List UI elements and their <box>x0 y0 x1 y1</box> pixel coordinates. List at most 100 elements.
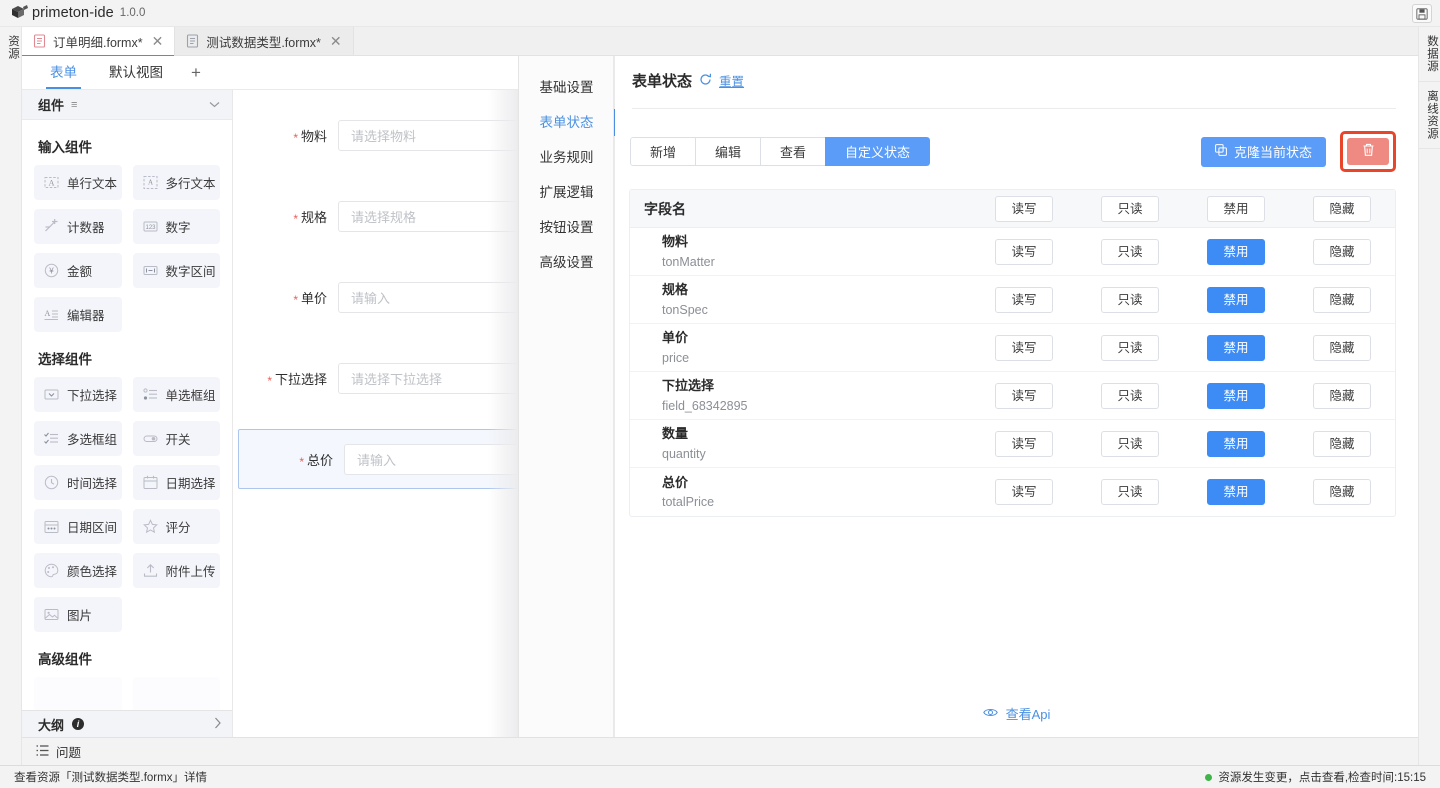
mode-edit[interactable]: 编辑 <box>695 137 760 166</box>
settings-menu-basic[interactable]: 基础设置 <box>519 70 614 105</box>
component-number[interactable]: 123 数字 <box>133 209 221 244</box>
form-field-input[interactable]: 请选择规格 <box>338 201 518 232</box>
form-field-row[interactable]: *规格 请选择规格 <box>233 196 518 237</box>
pill-disabled[interactable]: 禁用 <box>1207 287 1265 313</box>
component-attachment-upload[interactable]: 附件上传 <box>133 553 221 588</box>
mode-create[interactable]: 新增 <box>630 137 695 166</box>
settings-menu-button-settings[interactable]: 按钮设置 <box>519 210 614 245</box>
pill-readwrite[interactable]: 读写 <box>995 287 1053 313</box>
pill-readonly[interactable]: 只读 <box>1101 431 1159 457</box>
outline-bar[interactable]: 大纲 i <box>22 710 233 737</box>
component-rate[interactable]: 评分 <box>133 509 221 544</box>
table-header-row: 字段名 读写 只读 禁用 隐藏 <box>630 190 1395 228</box>
pill-readonly[interactable]: 只读 <box>1101 287 1159 313</box>
delete-state-button[interactable] <box>1347 138 1389 165</box>
form-field-input[interactable]: 请输入 <box>338 282 518 313</box>
palette-header[interactable]: 组件 ≡ <box>22 90 232 120</box>
header-pill-hidden[interactable]: 隐藏 <box>1313 196 1371 222</box>
form-field-row[interactable]: *物料 请选择物料 <box>233 115 518 156</box>
rail-item-offline-resource[interactable]: 离线资源 <box>1419 82 1440 149</box>
view-api-link[interactable]: 查看Api <box>615 704 1418 723</box>
rail-item-resource[interactable]: 资源 <box>0 27 21 68</box>
table-row: 物料 tonMatter 读写 只读 禁用 隐藏 <box>630 228 1395 276</box>
component-rich-editor[interactable]: A 编辑器 <box>34 297 122 332</box>
pill-disabled[interactable]: 禁用 <box>1207 239 1265 265</box>
pill-disabled[interactable]: 禁用 <box>1207 479 1265 505</box>
form-field-input[interactable]: 请选择物料 <box>338 120 518 151</box>
chevron-right-icon[interactable] <box>214 717 222 732</box>
pill-disabled[interactable]: 禁用 <box>1207 431 1265 457</box>
pill-readonly[interactable]: 只读 <box>1101 383 1159 409</box>
settings-menu-business-rules[interactable]: 业务规则 <box>519 140 614 175</box>
chevron-down-icon[interactable] <box>209 99 220 111</box>
pill-readonly[interactable]: 只读 <box>1101 239 1159 265</box>
component-radio-group[interactable]: 单选框组 <box>133 377 221 412</box>
component-counter[interactable]: 计数器 <box>34 209 122 244</box>
form-field-row[interactable]: *单价 请输入 <box>233 277 518 318</box>
refresh-icon[interactable] <box>699 73 712 88</box>
pill-hidden[interactable]: 隐藏 <box>1313 383 1371 409</box>
pill-readwrite[interactable]: 读写 <box>995 335 1053 361</box>
field-name-cell: 下拉选择 field_68342895 <box>630 376 971 414</box>
floppy-save-icon[interactable] <box>1412 4 1432 23</box>
pill-disabled[interactable]: 禁用 <box>1207 335 1265 361</box>
header-pill-disabled[interactable]: 禁用 <box>1207 196 1265 222</box>
pill-readonly[interactable]: 只读 <box>1101 335 1159 361</box>
component-multi-line-text[interactable]: A 多行文本 <box>133 165 221 200</box>
pill-readonly[interactable]: 只读 <box>1101 479 1159 505</box>
component-color-picker[interactable]: 颜色选择 <box>34 553 122 588</box>
component-image[interactable]: 图片 <box>34 597 122 632</box>
clone-current-state-button[interactable]: 克隆当前状态 <box>1201 137 1326 167</box>
pill-readwrite[interactable]: 读写 <box>995 431 1053 457</box>
status-left-text[interactable]: 查看资源「测试数据类型.formx」详情 <box>14 769 207 785</box>
settings-menu-extension-logic[interactable]: 扩展逻辑 <box>519 175 614 210</box>
settings-menu-advanced[interactable]: 高级设置 <box>519 245 614 280</box>
pill-hidden[interactable]: 隐藏 <box>1313 287 1371 313</box>
component-number-range[interactable]: 数字区间 <box>133 253 221 288</box>
component-single-line-text[interactable]: A 单行文本 <box>34 165 122 200</box>
mode-custom-state[interactable]: 自定义状态 <box>825 137 930 166</box>
tab-default-view[interactable]: 默认视图 <box>93 56 179 89</box>
component-checkbox-group[interactable]: 多选框组 <box>34 421 122 456</box>
reset-link[interactable]: 重置 <box>719 71 744 90</box>
header-pill-readwrite[interactable]: 读写 <box>995 196 1053 222</box>
component-label: 编辑器 <box>67 305 105 324</box>
problems-bar[interactable]: 问题 <box>22 737 1418 765</box>
close-icon[interactable]: ✕ <box>330 34 342 48</box>
component-advanced-placeholder[interactable] <box>34 677 122 710</box>
form-field-row-selected[interactable]: *总价 请输入 <box>238 429 518 489</box>
header-pill-readonly[interactable]: 只读 <box>1101 196 1159 222</box>
mode-view[interactable]: 查看 <box>760 137 825 166</box>
component-date-picker[interactable]: 日期选择 <box>133 465 221 500</box>
pill-disabled[interactable]: 禁用 <box>1207 383 1265 409</box>
table-row: 数量 quantity 读写 只读 禁用 隐藏 <box>630 420 1395 468</box>
form-field-input[interactable]: 请输入 <box>344 444 518 475</box>
pill-hidden[interactable]: 隐藏 <box>1313 479 1371 505</box>
component-dropdown-select[interactable]: 下拉选择 <box>34 377 122 412</box>
column-header-readonly: 只读 <box>1077 196 1183 222</box>
form-field-label: *规格 <box>233 207 338 226</box>
add-view-button[interactable]: + <box>179 56 213 89</box>
divider <box>632 108 1396 109</box>
component-advanced-placeholder[interactable] <box>133 677 221 710</box>
status-right-group[interactable]: 资源发生变更，点击查看,检查时间:15:15 <box>1205 769 1426 785</box>
editor-tab-order-detail[interactable]: 订单明细.formx* ✕ <box>22 27 175 55</box>
close-icon[interactable]: ✕ <box>152 34 164 48</box>
pill-readwrite[interactable]: 读写 <box>995 239 1053 265</box>
tab-form[interactable]: 表单 <box>34 56 93 89</box>
component-amount[interactable]: ¥ 金额 <box>34 253 122 288</box>
pill-readwrite[interactable]: 读写 <box>995 479 1053 505</box>
form-field-row[interactable]: *下拉选择 请选择下拉选择 <box>233 358 518 399</box>
settings-menu-form-state[interactable]: 表单状态 <box>519 105 614 140</box>
pill-hidden[interactable]: 隐藏 <box>1313 431 1371 457</box>
component-switch[interactable]: 开关 <box>133 421 221 456</box>
pill-hidden[interactable]: 隐藏 <box>1313 239 1371 265</box>
form-field-input[interactable]: 请选择下拉选择 <box>338 363 518 394</box>
rail-item-datasource[interactable]: 数据源 <box>1419 27 1440 82</box>
pill-readwrite[interactable]: 读写 <box>995 383 1053 409</box>
editor-tab-test-datatype[interactable]: 测试数据类型.formx* ✕ <box>175 27 353 55</box>
pill-hidden[interactable]: 隐藏 <box>1313 335 1371 361</box>
field-label: 数量 <box>662 424 971 444</box>
component-time-picker[interactable]: 时间选择 <box>34 465 122 500</box>
component-date-range[interactable]: 日期区间 <box>34 509 122 544</box>
